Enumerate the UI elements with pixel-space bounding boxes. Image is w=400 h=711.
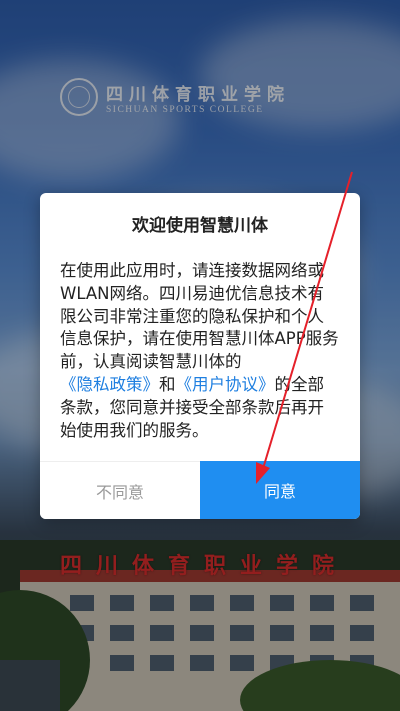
user-agreement-link[interactable]: 《用户协议》 bbox=[176, 375, 275, 394]
privacy-policy-link[interactable]: 《隐私政策》 bbox=[60, 375, 159, 394]
dialog-button-row: 不同意 同意 bbox=[40, 461, 360, 519]
dialog-title: 欢迎使用智慧川体 bbox=[132, 216, 268, 236]
privacy-dialog: 欢迎使用智慧川体 在使用此应用时，请连接数据网络或WLAN网络。四川易迪优信息技… bbox=[40, 193, 360, 519]
agree-button[interactable]: 同意 bbox=[200, 461, 360, 519]
body-text: 在使用此应用时，请连接数据网络或WLAN网络。四川易迪优信息技术有限公司非常注重… bbox=[60, 261, 339, 372]
disagree-button[interactable]: 不同意 bbox=[40, 461, 200, 519]
splash-screen: 四川体育职业学院 SICHUAN SPORTS COLLEGE 四川体育职业学院… bbox=[0, 0, 400, 711]
dialog-body: 在使用此应用时，请连接数据网络或WLAN网络。四川易迪优信息技术有限公司非常注重… bbox=[60, 260, 340, 442]
body-text-and: 和 bbox=[159, 374, 176, 394]
